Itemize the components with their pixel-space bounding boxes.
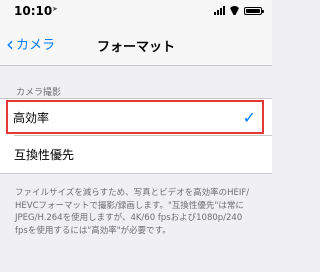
page-title: フォーマット <box>96 40 175 55</box>
status-time: 10:10 <box>14 4 53 18</box>
footer-line: JPEG/H.264を使用しますが、4K/60 fpsおよび1080p/240 <box>15 213 243 223</box>
option-high-efficiency[interactable]: 高効率 ✓ <box>6 100 264 134</box>
footer-line: HEVCフォーマットで撮影/録画します。"互換性優先"は常に <box>15 200 244 211</box>
battery-fill <box>246 9 260 13</box>
section-header: カメラ撮影 <box>16 88 62 98</box>
footer-description: ファイルサイズを減らすため、写真とビデオを高効率のHEIF/ HEVCフォーマッ… <box>15 187 261 237</box>
navigation-bar: ‹ カメラ フォーマット <box>0 22 272 66</box>
status-bar: 10:10 ➤ <box>0 0 272 22</box>
format-options-list: 高効率 ✓ 互換性優先 <box>0 98 272 174</box>
option-most-compatible[interactable]: 互換性優先 <box>0 136 272 173</box>
cellular-signal-icon <box>214 6 225 15</box>
footer-line: fpsを使用するには"高効率"が必要です。 <box>15 225 171 236</box>
status-icons <box>214 5 264 15</box>
wifi-icon <box>229 6 240 15</box>
footer-line: ファイルサイズを減らすため、写真とビデオを高効率のHEIF/ <box>15 188 250 198</box>
battery-icon <box>244 7 264 15</box>
option-label: 高効率 <box>13 110 50 125</box>
option-label: 互換性優先 <box>14 148 75 162</box>
location-arrow-icon: ➤ <box>52 5 58 13</box>
checkmark-icon: ✓ <box>242 108 256 127</box>
